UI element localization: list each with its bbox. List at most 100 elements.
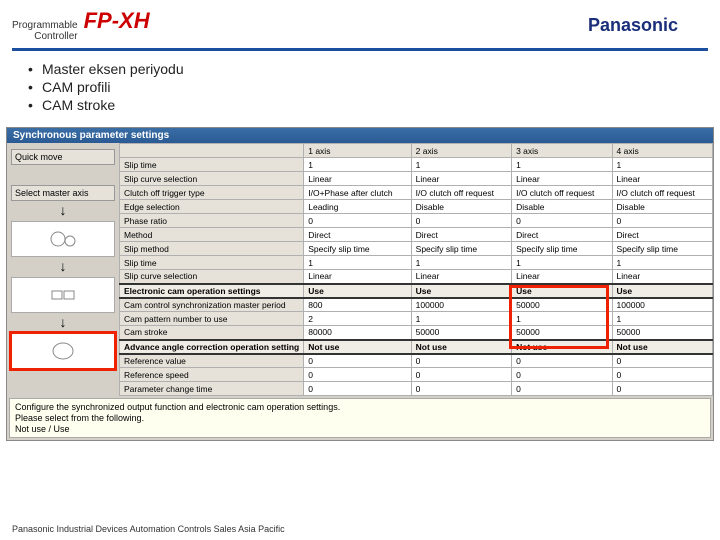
cell[interactable]: Linear xyxy=(411,172,511,186)
cell[interactable]: 0 xyxy=(411,354,511,368)
cell[interactable]: Linear xyxy=(411,270,511,284)
row-label: Parameter change time xyxy=(120,382,304,396)
down-arrow-icon: ↓ xyxy=(11,205,115,215)
cell[interactable]: 0 xyxy=(304,214,411,228)
cell[interactable]: 1 xyxy=(612,256,712,270)
cell[interactable]: 1 xyxy=(411,312,511,326)
cell[interactable]: Specify slip time xyxy=(512,242,612,256)
cell[interactable]: Direct xyxy=(304,228,411,242)
select-master-axis-button[interactable]: Select master axis xyxy=(11,185,115,201)
cell[interactable]: Linear xyxy=(512,172,612,186)
row-label: Slip time xyxy=(120,158,304,172)
cell[interactable]: 0 xyxy=(612,354,712,368)
settings-window: Synchronous parameter settings Quick mov… xyxy=(6,127,714,441)
cell[interactable]: 0 xyxy=(304,368,411,382)
row-label: Phase ratio xyxy=(120,214,304,228)
cell[interactable]: Not use xyxy=(612,340,712,354)
cell[interactable]: 0 xyxy=(304,354,411,368)
cell[interactable]: 0 xyxy=(612,368,712,382)
cell[interactable]: 1 xyxy=(411,256,511,270)
quick-move-button[interactable]: Quick move xyxy=(11,149,115,165)
cell[interactable]: Leading xyxy=(304,200,411,214)
cell[interactable]: I/O+Phase after clutch xyxy=(304,186,411,200)
cell[interactable]: 100000 xyxy=(612,298,712,312)
cell[interactable]: Linear xyxy=(612,172,712,186)
panasonic-logo: Panasonic xyxy=(588,14,708,36)
cell[interactable]: Not use xyxy=(512,340,612,354)
column-header: 1 axis xyxy=(304,144,411,158)
cell[interactable]: 1 xyxy=(304,256,411,270)
cell[interactable]: 0 xyxy=(512,354,612,368)
cell[interactable]: 1 xyxy=(512,256,612,270)
cell[interactable]: Direct xyxy=(612,228,712,242)
left-panel: Quick move Select master axis ↓ ↓ ↓ xyxy=(7,143,119,396)
column-header xyxy=(120,144,304,158)
cell[interactable]: Specify slip time xyxy=(411,242,511,256)
cell[interactable]: 0 xyxy=(512,382,612,396)
cell[interactable]: Linear xyxy=(612,270,712,284)
cell[interactable]: 50000 xyxy=(512,298,612,312)
row-label: Clutch off trigger type xyxy=(120,186,304,200)
column-header: 3 axis xyxy=(512,144,612,158)
cell[interactable]: 0 xyxy=(411,214,511,228)
cell[interactable]: 0 xyxy=(304,382,411,396)
cell[interactable]: 1 xyxy=(512,158,612,172)
clutch-icon xyxy=(11,277,115,313)
row-label: Slip time xyxy=(120,256,304,270)
row-label: Method xyxy=(120,228,304,242)
column-header: 2 axis xyxy=(411,144,511,158)
cell[interactable]: 1 xyxy=(411,158,511,172)
cell[interactable]: I/O clutch off request xyxy=(411,186,511,200)
cell[interactable]: 50000 xyxy=(512,326,612,340)
cell[interactable]: Use xyxy=(512,284,612,298)
gear-icon xyxy=(11,221,115,257)
programmable-controller-label: Programmable Controller xyxy=(12,20,78,42)
cell[interactable]: 1 xyxy=(612,158,712,172)
down-arrow-icon: ↓ xyxy=(11,261,115,271)
cell[interactable]: 0 xyxy=(612,382,712,396)
cell[interactable]: 2 xyxy=(304,312,411,326)
cell[interactable]: I/O clutch off request xyxy=(512,186,612,200)
window-titlebar: Synchronous parameter settings xyxy=(7,128,713,143)
cell[interactable]: 1 xyxy=(512,312,612,326)
cell[interactable]: 1 xyxy=(612,312,712,326)
cell[interactable]: 800 xyxy=(304,298,411,312)
cell[interactable]: Specify slip time xyxy=(304,242,411,256)
row-label: Cam pattern number to use xyxy=(120,312,304,326)
cell[interactable]: I/O clutch off request xyxy=(612,186,712,200)
row-label: Reference speed xyxy=(120,368,304,382)
row-label: Slip curve selection xyxy=(120,172,304,186)
row-label: Slip curve selection xyxy=(120,270,304,284)
cell[interactable]: Disable xyxy=(411,200,511,214)
cell[interactable]: 1 xyxy=(304,158,411,172)
cell[interactable]: 0 xyxy=(512,368,612,382)
header-divider xyxy=(12,48,708,51)
cell[interactable]: Not use xyxy=(411,340,511,354)
cell[interactable]: 50000 xyxy=(612,326,712,340)
cam-icon xyxy=(11,333,115,369)
row-label: Edge selection xyxy=(120,200,304,214)
cell[interactable]: 0 xyxy=(411,382,511,396)
cell[interactable]: Disable xyxy=(612,200,712,214)
cell[interactable]: Use xyxy=(612,284,712,298)
cell[interactable]: Use xyxy=(304,284,411,298)
cell[interactable]: Direct xyxy=(512,228,612,242)
footer-text: Panasonic Industrial Devices Automation … xyxy=(12,524,285,534)
cell[interactable]: 50000 xyxy=(411,326,511,340)
product-name: FP-XH xyxy=(84,8,150,34)
cell[interactable]: 0 xyxy=(411,368,511,382)
cell[interactable]: 80000 xyxy=(304,326,411,340)
cell[interactable]: Linear xyxy=(304,270,411,284)
cell[interactable]: 0 xyxy=(612,214,712,228)
cell[interactable]: Linear xyxy=(304,172,411,186)
cell[interactable]: Use xyxy=(411,284,511,298)
cell[interactable]: 0 xyxy=(512,214,612,228)
cell[interactable]: Direct xyxy=(411,228,511,242)
cell[interactable]: 100000 xyxy=(411,298,511,312)
cell[interactable]: Not use xyxy=(304,340,411,354)
cell[interactable]: Specify slip time xyxy=(612,242,712,256)
cell[interactable]: Disable xyxy=(512,200,612,214)
page-header: Programmable Controller FP-XH Panasonic xyxy=(0,0,720,46)
row-label: Cam control synchronization master perio… xyxy=(120,298,304,312)
cell[interactable]: Linear xyxy=(512,270,612,284)
